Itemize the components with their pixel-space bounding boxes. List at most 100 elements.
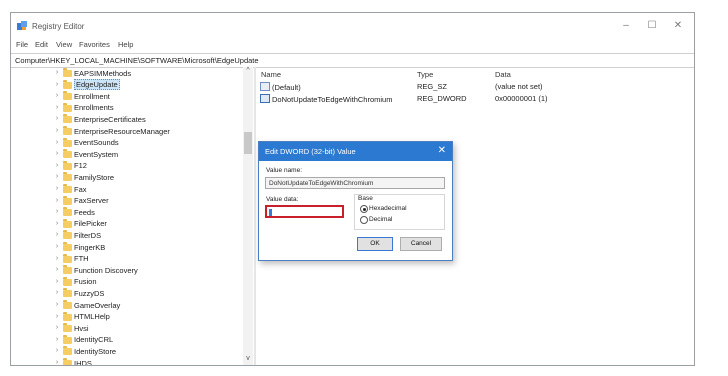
chevron-right-icon[interactable]: › <box>53 162 61 169</box>
scroll-thumb[interactable] <box>244 132 252 154</box>
tree-item[interactable]: › FuzzyDS <box>11 288 241 300</box>
tree-item[interactable]: › EnterpriseResourceManager <box>11 126 241 138</box>
tree-item-label: EAPSIMMethods <box>74 68 132 78</box>
tree-item[interactable]: › EdgeUpdate <box>11 79 241 92</box>
decimal-label[interactable]: Decimal <box>369 216 392 223</box>
tree-item[interactable]: › Fusion <box>11 276 241 289</box>
chevron-right-icon[interactable]: › <box>53 243 61 250</box>
tree-item[interactable]: › EnterpriseCertificates <box>11 114 241 126</box>
tree-item[interactable]: › FaxServer <box>11 195 241 208</box>
folder-icon <box>63 126 72 135</box>
chevron-right-icon[interactable]: › <box>53 278 61 285</box>
tree-item-label: IHDS <box>74 358 92 366</box>
tree-item[interactable]: › F12 <box>11 160 241 173</box>
scroll-down-arrow-icon[interactable]: v <box>243 355 253 365</box>
chevron-right-icon[interactable]: › <box>53 313 61 320</box>
value-row-default[interactable]: (Default) <box>260 82 301 92</box>
folder-icon <box>63 358 72 365</box>
tree-item[interactable]: › IHDS <box>11 358 241 365</box>
string-value-icon <box>260 82 270 91</box>
chevron-right-icon[interactable]: › <box>53 359 61 365</box>
chevron-right-icon[interactable]: › <box>53 231 61 238</box>
chevron-right-icon[interactable]: › <box>53 208 61 215</box>
column-header-data[interactable]: Data <box>495 70 511 79</box>
column-header-name[interactable]: Name <box>261 70 281 79</box>
address-path[interactable]: Computer\HKEY_LOCAL_MACHINE\SOFTWARE\Mic… <box>15 56 259 65</box>
tree-item-label: IdentityCRL <box>74 335 114 345</box>
chevron-right-icon[interactable]: › <box>53 347 61 354</box>
tree-item[interactable]: › Enrollments <box>11 102 241 115</box>
tree-item[interactable]: › FilterDS <box>11 230 241 242</box>
tree-item[interactable]: › Enrollment <box>11 91 241 103</box>
chevron-right-icon[interactable]: › <box>53 104 61 111</box>
chevron-right-icon[interactable]: › <box>53 150 61 157</box>
tree-item[interactable]: › FilePicker <box>11 218 241 231</box>
tree-item-label: EventSystem <box>74 149 119 159</box>
tree-item[interactable]: › EventSounds <box>11 137 241 150</box>
registry-key-tree: › EAPSIMMethods › EdgeUpdate › Enrollment › Enr… <box>11 67 255 365</box>
chevron-right-icon[interactable]: › <box>53 127 61 134</box>
chevron-right-icon[interactable]: › <box>53 301 61 308</box>
cancel-button[interactable]: Cancel <box>400 237 442 251</box>
chevron-right-icon[interactable]: › <box>53 92 61 99</box>
tree-item-label: FingerKB <box>74 242 106 252</box>
menu-view[interactable]: View <box>56 40 72 49</box>
pane-splitter[interactable] <box>254 67 256 365</box>
value-name-label: Value name: <box>266 167 303 174</box>
chevron-right-icon[interactable]: › <box>53 185 61 192</box>
tree-item-label: IdentityStore <box>74 346 117 356</box>
registry-editor-icon <box>17 21 27 30</box>
chevron-right-icon[interactable]: › <box>53 115 61 122</box>
tree-item[interactable]: › Fax <box>11 184 241 196</box>
tree-item-label: FTH <box>74 254 89 264</box>
tree-item[interactable]: › FTH <box>11 253 241 266</box>
folder-icon <box>63 311 72 321</box>
minimize-button[interactable]: – <box>614 18 638 34</box>
dialog-close-icon[interactable]: ✕ <box>438 145 446 156</box>
menu-help[interactable]: Help <box>118 40 133 49</box>
chevron-right-icon[interactable]: › <box>53 255 61 262</box>
chevron-right-icon[interactable]: › <box>53 324 61 331</box>
scroll-up-arrow-icon[interactable]: ^ <box>243 67 253 77</box>
decimal-radio[interactable] <box>360 216 368 224</box>
tree-item[interactable]: › HTMLHelp <box>11 311 241 324</box>
folder-icon <box>63 288 72 298</box>
ok-button[interactable]: OK <box>357 237 393 251</box>
folder-icon <box>63 68 72 77</box>
tree-scrollbar[interactable]: ^ v <box>243 67 253 365</box>
menu-file[interactable]: File <box>16 40 28 49</box>
chevron-right-icon[interactable]: › <box>53 81 61 88</box>
value-type: REG_SZ <box>417 82 448 91</box>
chevron-right-icon[interactable]: › <box>53 336 61 343</box>
hexadecimal-label[interactable]: Hexadecimal <box>369 205 407 212</box>
chevron-right-icon[interactable]: › <box>53 289 61 296</box>
chevron-right-icon[interactable]: › <box>53 266 61 273</box>
hexadecimal-radio[interactable] <box>360 205 368 213</box>
address-bar[interactable]: Computer\HKEY_LOCAL_MACHINE\SOFTWARE\Mic… <box>11 53 694 68</box>
tree-item[interactable]: › EAPSIMMethods <box>11 68 241 80</box>
maximize-button[interactable]: ☐ <box>640 18 664 34</box>
tree-item[interactable]: › FingerKB <box>11 242 241 254</box>
tree-item[interactable]: › Function Discovery <box>11 265 241 277</box>
menu-favorites[interactable]: Favorites <box>79 40 110 49</box>
tree-item[interactable]: › Feeds <box>11 207 241 219</box>
tree-item[interactable]: › EventSystem <box>11 149 241 161</box>
tree-item[interactable]: › FamilyStore <box>11 172 241 184</box>
tree-item[interactable]: › Hvsi <box>11 323 241 335</box>
chevron-right-icon[interactable]: › <box>53 139 61 146</box>
value-data-input[interactable] <box>265 205 344 218</box>
tree-item[interactable]: › IdentityStore <box>11 346 241 358</box>
value-name: (Default) <box>272 83 301 92</box>
column-header-type[interactable]: Type <box>417 70 433 79</box>
menu-edit[interactable]: Edit <box>35 40 48 49</box>
chevron-right-icon[interactable]: › <box>53 173 61 180</box>
folder-icon <box>63 195 72 205</box>
chevron-right-icon[interactable]: › <box>53 69 61 76</box>
chevron-right-icon[interactable]: › <box>53 197 61 204</box>
folder-icon <box>63 230 72 240</box>
tree-item[interactable]: › IdentityCRL <box>11 334 241 347</box>
close-button[interactable]: ✕ <box>666 18 690 34</box>
tree-item[interactable]: › GameOverlay <box>11 300 241 312</box>
chevron-right-icon[interactable]: › <box>53 220 61 227</box>
value-row-donotupdate[interactable]: DoNotUpdateToEdgeWithChromium <box>260 94 392 104</box>
